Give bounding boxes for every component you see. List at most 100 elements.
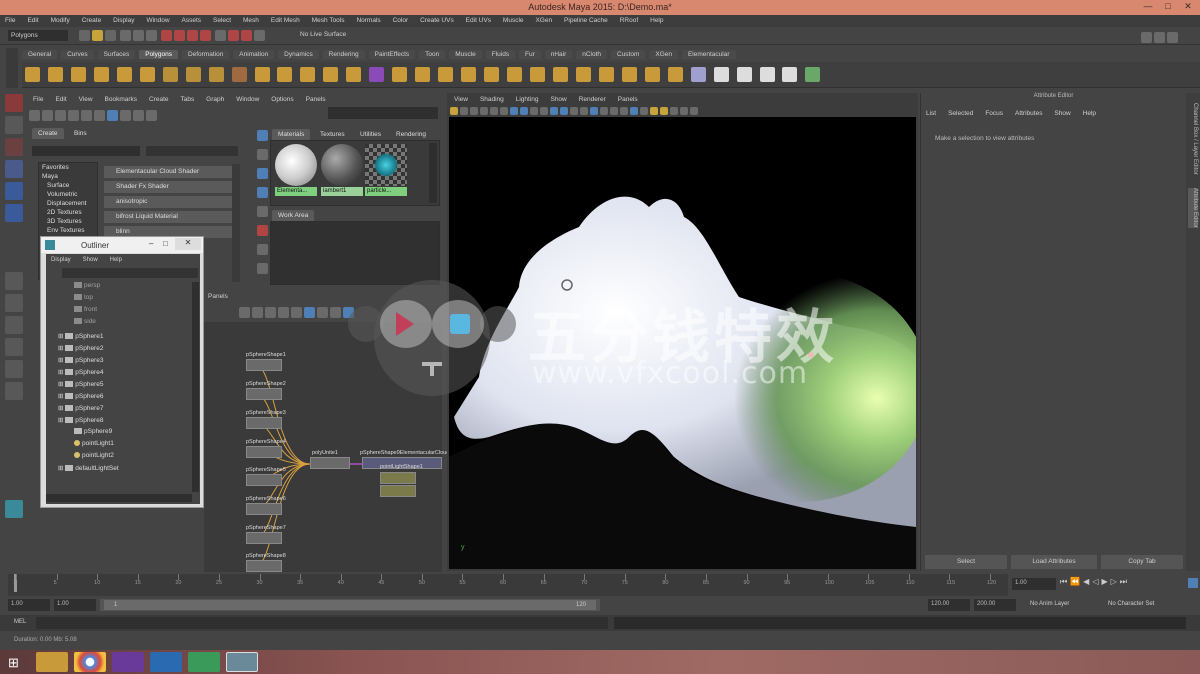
ne-tool-icon[interactable]	[304, 307, 315, 318]
load-attributes-button[interactable]: Load Attributes	[1011, 555, 1097, 569]
snap-point-icon[interactable]	[186, 30, 198, 41]
menu-edit[interactable]: Edit	[22, 15, 43, 24]
vp-tool-icon[interactable]	[690, 107, 698, 115]
tab-work-area[interactable]: Work Area	[272, 210, 315, 221]
shelf-tab-fur[interactable]: Fur	[519, 50, 541, 59]
append-polygon-icon[interactable]	[438, 67, 454, 82]
vp-tool-icon[interactable]	[680, 107, 688, 115]
vp-menu-panels[interactable]: Panels	[613, 95, 643, 104]
scale-tool-icon[interactable]	[5, 204, 23, 222]
extract-icon[interactable]	[300, 67, 316, 82]
poly-helix-icon[interactable]	[231, 67, 247, 82]
vp-tool-icon[interactable]	[610, 107, 618, 115]
layout-single-icon[interactable]	[5, 272, 23, 290]
poke-icon[interactable]	[598, 67, 614, 82]
mel-input[interactable]	[36, 617, 608, 629]
ne-tool-icon[interactable]	[330, 307, 341, 318]
node-pointlightshape1[interactable]	[380, 472, 416, 484]
outliner-row[interactable]: ⊞ pSphere7	[58, 404, 103, 416]
go-to-start-icon[interactable]: ⏮	[1060, 577, 1070, 586]
file-explorer-icon[interactable]	[36, 652, 68, 672]
outliner-row[interactable]: pSphere9	[74, 428, 112, 440]
vp-menu-view[interactable]: View	[449, 95, 473, 104]
outliner-row[interactable]: persp	[74, 282, 100, 294]
vp-tool-icon[interactable]	[550, 107, 558, 115]
visual-studio-icon[interactable]	[112, 652, 144, 672]
snap-grid-icon[interactable]	[160, 30, 172, 41]
vp-camera-icon[interactable]	[450, 107, 458, 115]
anim-layer-select[interactable]: No Anim Layer	[1030, 601, 1069, 607]
swatch-elementacular[interactable]	[275, 144, 317, 186]
outliner-maximize-button[interactable]: □	[163, 239, 168, 248]
lasso-tool-icon[interactable]	[5, 116, 23, 134]
poly-plane-icon[interactable]	[116, 67, 132, 82]
time-slider[interactable]: 1 5 10 15 20 25 30 35 40 45 50 55 60 65 70 75 80 85 90 95 10…	[8, 574, 1008, 596]
poly-pyramid-icon[interactable]	[185, 67, 201, 82]
offset-edge-loop-icon[interactable]	[484, 67, 500, 82]
vp-tool-icon[interactable]	[480, 107, 488, 115]
edge-icon[interactable]	[188, 652, 220, 672]
hs-graph-materials-icon[interactable]	[107, 110, 118, 121]
vp-tool-icon[interactable]	[540, 107, 548, 115]
step-back-key-icon[interactable]: ⏪	[1070, 577, 1083, 586]
hs-menu-options[interactable]: Options	[266, 94, 298, 105]
outliner-titlebar[interactable]: Outliner – □ ✕	[41, 237, 203, 253]
vp-menu-renderer[interactable]: Renderer	[574, 95, 611, 104]
shelf-tab-nhair[interactable]: nHair	[544, 50, 573, 59]
close-button[interactable]: ✕	[1180, 1, 1196, 14]
hs-menu-bookmarks[interactable]: Bookmarks	[100, 94, 143, 105]
vp-tool-icon[interactable]	[650, 107, 658, 115]
toggle-channel-box-icon[interactable]	[1154, 32, 1165, 43]
menu-display[interactable]: Display	[108, 15, 139, 24]
hs-show-top-icon[interactable]	[42, 110, 53, 121]
ne-tool-icon[interactable]	[265, 307, 276, 318]
shelf-tab-muscle[interactable]: Muscle	[449, 50, 482, 59]
menu-assets[interactable]: Assets	[177, 15, 207, 24]
hs-menu-edit[interactable]: Edit	[50, 94, 71, 105]
hs-menu-panels[interactable]: Panels	[301, 94, 331, 105]
menu-edit-uvs[interactable]: Edit UVs	[461, 15, 496, 24]
shelf-options-icon[interactable]	[6, 48, 18, 88]
ipr-render-icon[interactable]	[240, 30, 252, 41]
booleans-icon[interactable]	[323, 67, 339, 82]
outliner-minimize-button[interactable]: –	[149, 239, 153, 248]
poly-sphere-icon[interactable]	[25, 67, 40, 82]
chamfer-icon[interactable]	[575, 67, 591, 82]
vp-menu-shading[interactable]: Shading	[475, 95, 509, 104]
wedge-icon[interactable]	[621, 67, 637, 82]
poly-cone-icon[interactable]	[93, 67, 109, 82]
layout-four-icon[interactable]	[5, 294, 23, 312]
shelf-tab-custom[interactable]: Custom	[611, 50, 646, 59]
node-psphereshape6[interactable]	[246, 503, 282, 515]
outliner-row[interactable]: ⊞ pSphere8	[58, 416, 103, 428]
step-back-icon[interactable]: ◀	[1083, 577, 1092, 586]
menu-create[interactable]: Create	[77, 15, 107, 24]
hs-clear-graph-icon[interactable]	[81, 110, 92, 121]
maximize-button[interactable]: □	[1160, 1, 1176, 14]
character-set-select[interactable]: No Character Set	[1108, 601, 1154, 607]
render-icon[interactable]	[227, 30, 239, 41]
toggle-tool-settings-icon[interactable]	[1167, 32, 1178, 43]
create-item[interactable]: bifrost Liquid Material	[104, 211, 232, 223]
hs-side-tool-icon[interactable]	[257, 149, 268, 160]
vp-tool-icon[interactable]	[670, 107, 678, 115]
menu-file[interactable]: File	[0, 15, 20, 24]
maya-taskbar-icon[interactable]	[226, 652, 258, 672]
vp-tool-icon[interactable]	[570, 107, 578, 115]
outliner-row[interactable]: side	[74, 318, 96, 330]
attr-menu-selected[interactable]: Selected	[943, 109, 978, 118]
tab-rendering[interactable]: Rendering	[390, 129, 432, 140]
vp-tool-icon[interactable]	[660, 107, 668, 115]
node-pointlightshape2[interactable]	[380, 485, 416, 497]
vp-tool-icon[interactable]	[640, 107, 648, 115]
range-slider-handle[interactable]: 1 120	[104, 600, 596, 610]
step-forward-icon[interactable]: ▷	[1111, 577, 1120, 586]
create-item[interactable]: anisotropic	[104, 196, 232, 208]
shelf-tab-polygons[interactable]: Polygons	[139, 50, 178, 59]
outliner-menu-help[interactable]: Help	[105, 257, 127, 263]
outliner-row[interactable]: ⊞ pSphere3	[58, 356, 103, 368]
vp-tool-icon[interactable]	[620, 107, 628, 115]
vp-tool-icon[interactable]	[490, 107, 498, 115]
hs-show-both-icon[interactable]	[68, 110, 79, 121]
shelf-tab-general[interactable]: General	[22, 50, 58, 59]
